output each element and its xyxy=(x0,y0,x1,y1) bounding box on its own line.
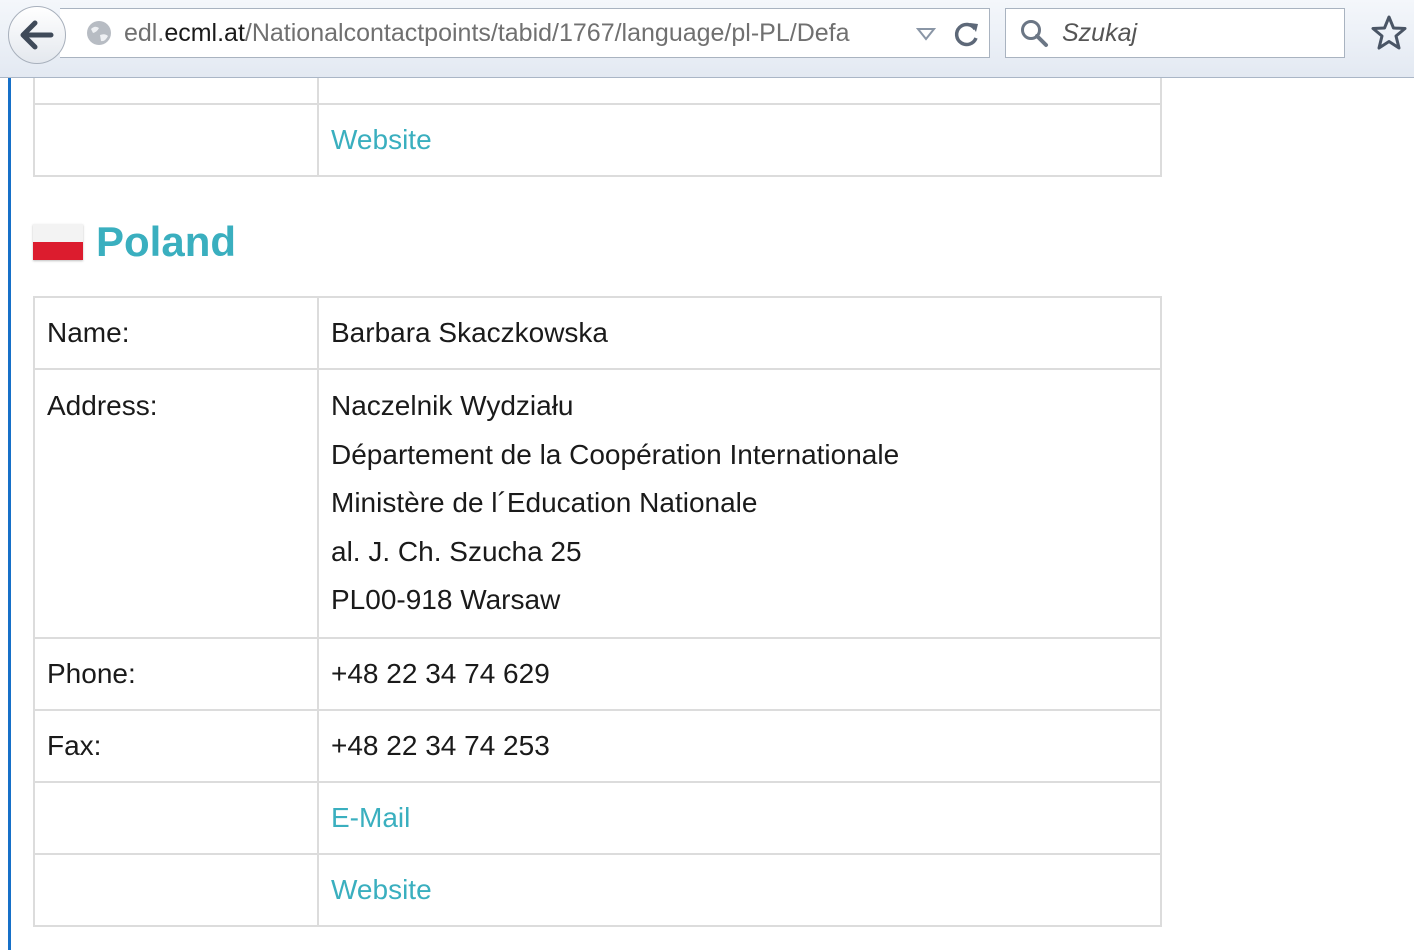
url-domain: ecml.at xyxy=(164,18,245,47)
bookmark-star-icon[interactable] xyxy=(1368,12,1410,54)
table-row: Name: Barbara Skaczkowska xyxy=(33,296,1162,370)
previous-contact-table: Website xyxy=(33,78,1162,177)
table-row: Website xyxy=(33,852,1162,927)
address-label: Address: xyxy=(47,390,158,421)
table-cell xyxy=(33,852,319,927)
browser-toolbar: edl.ecml.at/Nationalcontactpoints/tabid/… xyxy=(0,0,1414,78)
dropdown-arrow-icon[interactable] xyxy=(914,23,938,45)
address-line: al. J. Ch. Szucha 25 xyxy=(331,535,582,567)
phone-value: +48 22 34 74 629 xyxy=(317,636,1162,711)
table-row: Fax: +48 22 34 74 253 xyxy=(33,708,1162,783)
page-content: Website Poland Name: Barbara Skaczkowska… xyxy=(0,78,1414,950)
table-row: E-Mail xyxy=(33,780,1162,855)
table-cell xyxy=(33,78,319,105)
address-bar[interactable]: edl.ecml.at/Nationalcontactpoints/tabid/… xyxy=(60,8,990,58)
table-row: Address: Naczelnik Wydziału Département … xyxy=(33,368,1162,639)
table-row: Phone: +48 22 34 74 629 xyxy=(33,636,1162,711)
address-label-cell: Address: xyxy=(33,368,319,639)
url-path: /Nationalcontactpoints/tabid/1767/langua… xyxy=(244,18,850,47)
website-link[interactable]: Website xyxy=(331,124,432,155)
email-cell: E-Mail xyxy=(317,780,1162,855)
search-icon[interactable] xyxy=(1018,17,1050,49)
globe-icon xyxy=(84,18,114,48)
country-name: Poland xyxy=(96,218,237,265)
poland-contact-table: Name: Barbara Skaczkowska Address: Nacze… xyxy=(33,296,1162,927)
address-line: Naczelnik Wydziału xyxy=(331,390,574,421)
website-cell: Website xyxy=(317,103,1162,177)
reload-icon[interactable] xyxy=(952,19,982,49)
address-line: Ministère de l´Education Nationale xyxy=(331,487,758,518)
name-value: Barbara Skaczkowska xyxy=(317,296,1162,370)
back-arrow-icon xyxy=(20,20,54,50)
address-line: PL00-918 Warsaw xyxy=(331,584,561,615)
fax-value: +48 22 34 74 253 xyxy=(317,708,1162,783)
table-row xyxy=(33,78,1162,105)
url-prefix: edl. xyxy=(124,18,165,47)
flag-white-band xyxy=(33,224,83,242)
poland-flag-icon xyxy=(33,224,83,260)
flag-red-band xyxy=(33,242,83,260)
fax-label: Fax: xyxy=(33,708,319,783)
table-cell xyxy=(317,78,1162,105)
search-input[interactable] xyxy=(1060,17,1334,49)
address-value: Naczelnik Wydziału Département de la Coo… xyxy=(317,368,1162,639)
back-button[interactable] xyxy=(8,6,66,64)
table-row: Website xyxy=(33,103,1162,177)
search-bar[interactable] xyxy=(1005,8,1345,58)
address-line: Département de la Coopération Internatio… xyxy=(331,438,900,470)
name-label: Name: xyxy=(33,296,319,370)
table-cell xyxy=(33,780,319,855)
table-cell xyxy=(33,103,319,177)
country-heading: Poland xyxy=(33,218,236,266)
email-link[interactable]: E-Mail xyxy=(331,802,410,833)
website-link[interactable]: Website xyxy=(331,874,432,905)
website-cell: Website xyxy=(317,852,1162,927)
phone-label: Phone: xyxy=(33,636,319,711)
url-text[interactable]: edl.ecml.at/Nationalcontactpoints/tabid/… xyxy=(124,19,914,48)
